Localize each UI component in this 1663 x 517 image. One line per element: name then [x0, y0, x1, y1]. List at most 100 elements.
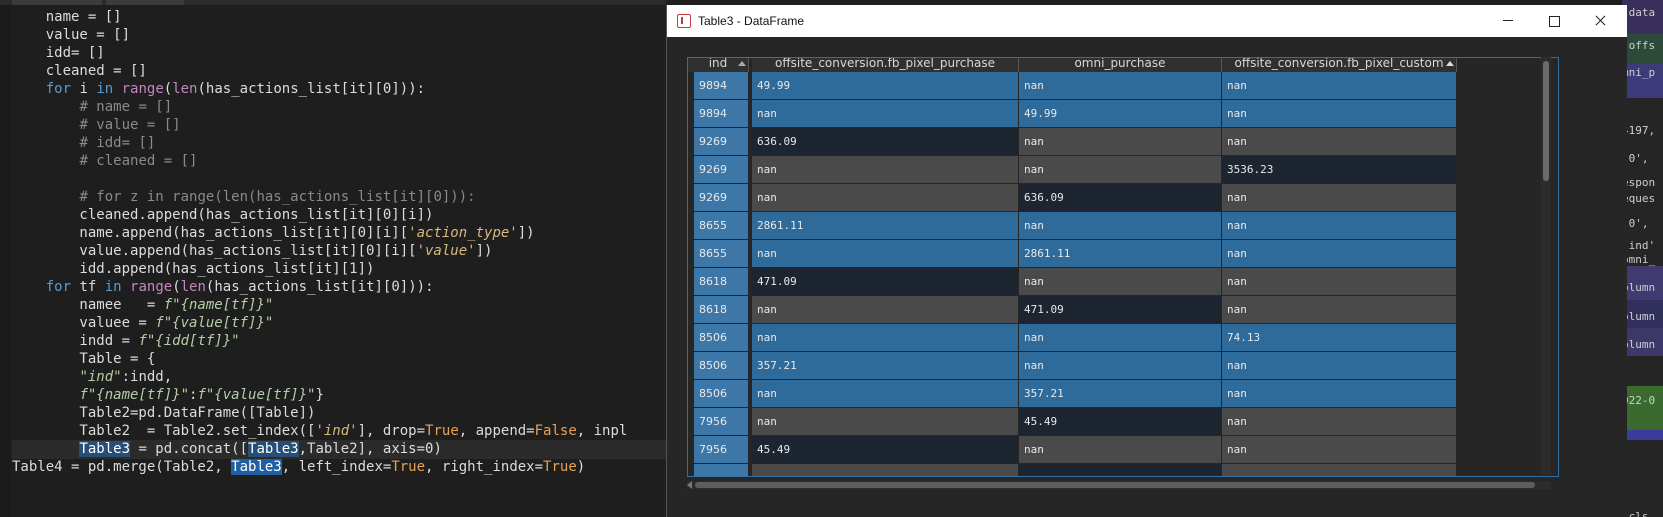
- table-cell[interactable]: nan: [752, 156, 1018, 183]
- table-cell[interactable]: nan: [1222, 436, 1456, 463]
- code-line[interactable]: value.append(has_actions_list[it][0][i][…: [12, 242, 492, 261]
- code-line[interactable]: value = []: [12, 26, 130, 45]
- table-cell[interactable]: 49.99: [1019, 100, 1221, 127]
- row-index-cell[interactable]: 8618: [694, 268, 748, 295]
- table-cell[interactable]: nan: [1222, 352, 1456, 379]
- table-cell[interactable]: nan: [1019, 324, 1221, 351]
- table-cell[interactable]: nan: [1222, 296, 1456, 323]
- table-cell[interactable]: nan: [752, 240, 1018, 267]
- code-line[interactable]: Table2 = Table2.set_index(['ind'], drop=…: [12, 422, 627, 441]
- editor-tab[interactable]: [12, 0, 102, 5]
- table-row[interactable]: 9269 nan nan 3536.23: [688, 156, 1558, 184]
- table-cell[interactable]: nan: [1222, 128, 1456, 155]
- table-cell[interactable]: 3536.23: [1222, 156, 1456, 183]
- table-cell[interactable]: nan: [1222, 380, 1456, 407]
- code-line[interactable]: # name = []: [12, 98, 172, 117]
- close-button[interactable]: [1577, 5, 1623, 37]
- row-index-cell[interactable]: 9894: [694, 100, 748, 127]
- table-cell[interactable]: nan: [752, 408, 1018, 435]
- table-cell[interactable]: nan: [752, 324, 1018, 351]
- row-index-cell[interactable]: 8655: [694, 212, 748, 239]
- code-line[interactable]: for i in range(len(has_actions_list[it][…: [12, 80, 425, 99]
- table-cell[interactable]: nan: [1222, 268, 1456, 295]
- maximize-button[interactable]: [1531, 5, 1577, 37]
- table-row[interactable]: 8655 nan 2861.11 nan: [688, 240, 1558, 268]
- table-cell[interactable]: 2861.11: [752, 212, 1018, 239]
- vertical-scrollbar[interactable]: [1541, 57, 1551, 475]
- code-line[interactable]: # value = []: [12, 116, 180, 135]
- table-cell[interactable]: nan: [752, 184, 1018, 211]
- table-cell[interactable]: nan: [752, 380, 1018, 407]
- table-cell[interactable]: 471.09: [752, 268, 1018, 295]
- row-index-cell[interactable]: 9269: [694, 156, 748, 183]
- table-cell[interactable]: 636.09: [1019, 184, 1221, 211]
- table-cell[interactable]: nan: [1019, 436, 1221, 463]
- code-line[interactable]: cleaned = []: [12, 62, 147, 81]
- scrollbar-thumb[interactable]: [695, 482, 1535, 488]
- code-line[interactable]: # for z in range(len(has_actions_list[it…: [12, 188, 475, 207]
- code-line[interactable]: for tf in range(len(has_actions_list[it]…: [12, 278, 434, 297]
- column-header-omni-purchase[interactable]: omni_purchase: [1019, 58, 1222, 72]
- code-line[interactable]: cleaned.append(has_actions_list[it][0][i…: [12, 206, 433, 225]
- code-line[interactable]: valuee = f"{value[tf]}": [12, 314, 273, 333]
- code-line[interactable]: Table2=pd.DataFrame([Table]): [12, 404, 315, 423]
- dataframe-window[interactable]: Table3 - DataFrame ind offsite_conversio…: [666, 5, 1627, 517]
- table-cell[interactable]: 45.49: [752, 436, 1018, 463]
- code-editor[interactable]: name = [] value = [] idd= [] cleaned = […: [0, 0, 666, 517]
- table-cell[interactable]: nan: [1019, 352, 1221, 379]
- minimize-button[interactable]: [1485, 5, 1531, 37]
- table-cell[interactable]: 357.21: [752, 352, 1018, 379]
- table-cell[interactable]: nan: [1222, 72, 1456, 99]
- table-cell[interactable]: 357.21: [1019, 380, 1221, 407]
- row-index-cell[interactable]: 8655: [694, 240, 748, 267]
- row-index-cell[interactable]: 7956: [694, 408, 748, 435]
- table-cell[interactable]: nan: [1222, 240, 1456, 267]
- table-row[interactable]: 8618 nan 471.09 nan: [688, 296, 1558, 324]
- table-row[interactable]: 8655 2861.11 nan nan: [688, 212, 1558, 240]
- row-index-cell[interactable]: 7956: [694, 436, 748, 463]
- table-row[interactable]: 9894 49.99 nan nan: [688, 72, 1558, 100]
- code-line[interactable]: indd = f"{idd[tf]}": [12, 332, 239, 351]
- table-cell[interactable]: 471.09: [1019, 296, 1221, 323]
- horizontal-scrollbar[interactable]: [687, 481, 1551, 489]
- table-cell[interactable]: nan: [1019, 72, 1221, 99]
- scroll-left-icon[interactable]: [687, 481, 692, 489]
- row-index-cell[interactable]: 9269: [694, 128, 748, 155]
- column-header-fb-pixel-purchase[interactable]: offsite_conversion.fb_pixel_purchase: [752, 58, 1019, 72]
- editor-tab[interactable]: [106, 0, 184, 5]
- code-line[interactable]: name.append(has_actions_list[it][0][i]['…: [12, 224, 534, 243]
- table-cell[interactable]: nan: [1222, 408, 1456, 435]
- table-cell[interactable]: nan: [1019, 268, 1221, 295]
- table-cell[interactable]: nan: [752, 100, 1018, 127]
- table-cell[interactable]: nan: [1222, 184, 1456, 211]
- table-row[interactable]: 7956 45.49 nan nan: [688, 436, 1558, 464]
- table-cell[interactable]: 636.09: [752, 128, 1018, 155]
- table-cell[interactable]: 2861.11: [1019, 240, 1221, 267]
- table-row[interactable]: 9894 nan 49.99 nan: [688, 100, 1558, 128]
- code-line[interactable]: Table4 = pd.merge(Table2, Table3, left_i…: [12, 458, 585, 477]
- scrollbar-thumb[interactable]: [1543, 61, 1549, 181]
- table-row[interactable]: 8506 nan 357.21 nan: [688, 380, 1558, 408]
- table-row[interactable]: 8506 357.21 nan nan: [688, 352, 1558, 380]
- table-cell[interactable]: nan: [752, 296, 1018, 323]
- dataframe-table[interactable]: ind offsite_conversion.fb_pixel_purchase…: [687, 57, 1559, 477]
- table-row[interactable]: 9269 636.09 nan nan: [688, 128, 1558, 156]
- table-row[interactable]: 8618 471.09 nan nan: [688, 268, 1558, 296]
- code-line[interactable]: # cleaned = []: [12, 152, 197, 171]
- table-cell[interactable]: nan: [1222, 212, 1456, 239]
- table-cell[interactable]: 45.49: [1019, 408, 1221, 435]
- table-row[interactable]: 8506 nan nan 74.13: [688, 324, 1558, 352]
- row-index-cell[interactable]: 8506: [694, 324, 748, 351]
- table-cell[interactable]: nan: [1019, 128, 1221, 155]
- column-header-fb-pixel-custom[interactable]: offsite_conversion.fb_pixel_custom: [1222, 58, 1457, 72]
- code-line[interactable]: namee = f"{name[tf]}": [12, 296, 273, 315]
- table-cell[interactable]: nan: [1222, 100, 1456, 127]
- table-row[interactable]: 9269 nan 636.09 nan: [688, 184, 1558, 212]
- table-cell[interactable]: nan: [1019, 156, 1221, 183]
- window-titlebar[interactable]: Table3 - DataFrame: [667, 5, 1627, 37]
- code-line[interactable]: "ind":indd,: [12, 368, 172, 387]
- code-line[interactable]: Table3 = pd.concat([Table3,Table2], axis…: [12, 440, 666, 459]
- code-line[interactable]: # idd= []: [12, 134, 155, 153]
- row-index-cell[interactable]: 8506: [694, 380, 748, 407]
- column-header-ind[interactable]: ind: [688, 58, 749, 72]
